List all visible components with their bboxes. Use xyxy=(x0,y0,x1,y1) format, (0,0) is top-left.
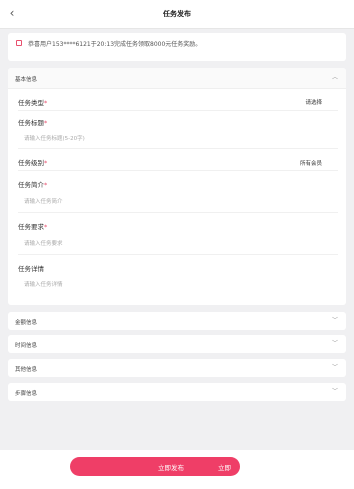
required-mark: * xyxy=(44,181,48,189)
chevron-down-icon: ﹀ xyxy=(331,340,338,347)
task-brief-label: 任务简介* xyxy=(18,181,48,189)
page-title: 任务发布 xyxy=(163,10,191,18)
divider xyxy=(18,254,338,255)
divider xyxy=(18,212,338,213)
notice-text: 恭喜用户153****6121于20:13完成任务领取8000元任务奖励。 xyxy=(28,41,202,48)
task-level-select[interactable]: 所有会员 xyxy=(300,159,322,167)
top-bar: ‹ 任务发布 xyxy=(0,0,354,29)
required-mark: * xyxy=(44,223,48,231)
required-mark: * xyxy=(44,99,48,107)
section-amount[interactable]: 金额信息 ﹀ xyxy=(8,312,346,330)
notice-banner: 恭喜用户153****6121于20:13完成任务领取8000元任务奖励。 xyxy=(8,33,346,61)
divider xyxy=(18,148,338,149)
chevron-down-icon: ﹀ xyxy=(331,317,338,324)
basic-info-header[interactable]: 基本信息 ︿ xyxy=(8,68,346,89)
section-steps[interactable]: 步骤信息 ﹀ xyxy=(8,383,346,401)
task-requirement-input[interactable]: 请输入任务要求 xyxy=(24,239,63,247)
section-other[interactable]: 其他信息 ﹀ xyxy=(8,359,346,377)
task-detail-label: 任务详情 xyxy=(18,265,44,273)
publish-button-label-overflow: 立即 xyxy=(218,464,231,472)
chevron-down-icon: ﹀ xyxy=(331,364,338,371)
task-brief-input[interactable]: 请输入任务简介 xyxy=(24,197,63,205)
section-time-label: 时间信息 xyxy=(15,343,38,349)
task-level-label: 任务级别* xyxy=(18,159,48,167)
task-title-label: 任务标题* xyxy=(18,119,48,127)
publish-button-label: 立即发布 xyxy=(158,464,184,472)
required-mark: * xyxy=(44,119,48,127)
publish-button[interactable]: 立即发布 立即 xyxy=(70,457,240,476)
divider xyxy=(18,170,338,171)
required-mark: * xyxy=(44,159,48,167)
section-other-label: 其他信息 xyxy=(15,367,38,373)
task-type-select[interactable]: 请选择 xyxy=(305,98,322,106)
task-title-input[interactable]: 请输入任务标题(5-20字) xyxy=(24,134,85,142)
basic-info-title: 基本信息 xyxy=(15,77,38,83)
section-amount-label: 金额信息 xyxy=(15,320,38,326)
task-type-label: 任务类型* xyxy=(18,99,48,107)
basic-info-card: 基本信息 ︿ 任务类型* 请选择 任务标题* 请输入任务标题(5-20字) 任务… xyxy=(8,68,346,305)
section-time[interactable]: 时间信息 ﹀ xyxy=(8,335,346,353)
chevron-down-icon: ﹀ xyxy=(331,388,338,395)
task-detail-input[interactable]: 请输入任务详情 xyxy=(24,280,63,288)
task-requirement-label: 任务要求* xyxy=(18,223,48,231)
section-steps-label: 步骤信息 xyxy=(15,391,38,397)
divider xyxy=(18,110,338,111)
notice-icon xyxy=(16,40,22,46)
chevron-up-icon[interactable]: ︿ xyxy=(332,74,338,82)
